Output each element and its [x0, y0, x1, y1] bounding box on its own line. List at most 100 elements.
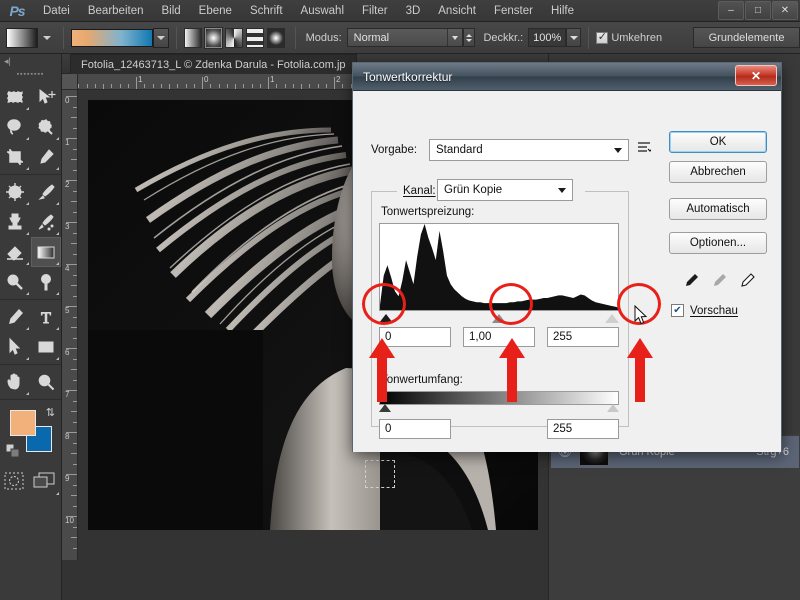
dodge-tool[interactable]	[0, 267, 31, 297]
tool-group-selection	[0, 80, 61, 175]
gradient-editor-picker[interactable]	[71, 27, 169, 48]
output-highlight-slider[interactable]	[607, 404, 619, 412]
brush-tool[interactable]	[31, 177, 62, 207]
ruler-tick	[66, 264, 77, 265]
auto-button[interactable]: Automatisch	[669, 198, 767, 220]
menu-3d[interactable]: 3D	[397, 0, 430, 22]
photoshop-logo: Ps	[9, 2, 25, 19]
crop-tool[interactable]	[0, 142, 31, 172]
screen-mode-icon[interactable]	[33, 472, 59, 495]
default-colors-icon[interactable]	[5, 443, 20, 461]
diamond-gradient-icon[interactable]	[266, 27, 285, 48]
output-shadow-value: 0	[385, 423, 392, 435]
path-selection-tool[interactable]	[0, 332, 31, 362]
preset-select[interactable]: Standard	[429, 139, 629, 161]
menu-auswahl[interactable]: Auswahl	[292, 0, 353, 22]
tool-flyout-corner	[25, 262, 29, 265]
menu-schrift[interactable]: Schrift	[241, 0, 292, 22]
lasso-tool[interactable]	[0, 112, 31, 142]
rectangle-tool[interactable]	[31, 332, 62, 362]
output-highlight-field[interactable]: 255	[547, 419, 619, 439]
panel-collapse-handle[interactable]: ◂|	[0, 54, 61, 68]
options-label: Optionen...	[689, 237, 747, 249]
drag-handle-icon[interactable]: ▪▪▪▪▪▪▪▪	[0, 68, 61, 80]
spot-healing-tool[interactable]	[0, 177, 31, 207]
ruler-corner[interactable]	[62, 74, 78, 90]
blur-tool[interactable]	[31, 267, 62, 297]
ruler-tick	[73, 463, 77, 465]
output-shadow-slider[interactable]	[379, 404, 391, 412]
gradient-tool[interactable]	[30, 237, 61, 267]
tool-options-bar: Modus: Normal Deckkr.: 100% ✓ Umkehren G…	[0, 22, 800, 54]
maximize-button[interactable]: □	[745, 1, 771, 20]
type-tool[interactable]: T	[31, 302, 62, 332]
menu-fenster[interactable]: Fenster	[485, 0, 542, 22]
opacity-input[interactable]: 100%	[528, 28, 567, 47]
set-white-point-eyedropper[interactable]	[737, 271, 757, 294]
linear-gradient-icon[interactable]	[184, 27, 202, 48]
history-brush-tool[interactable]	[31, 207, 62, 237]
hand-tool[interactable]	[0, 367, 31, 397]
menu-hilfe[interactable]: Hilfe	[542, 0, 583, 22]
quick-selection-tool[interactable]	[31, 112, 62, 142]
gradient-tool-preset-swatch[interactable]	[6, 27, 38, 48]
invert-checkbox[interactable]: ✓ Umkehren	[596, 31, 667, 44]
divider	[176, 26, 177, 49]
menu-ebene[interactable]: Ebene	[190, 0, 241, 22]
tool-flyout-corner	[25, 327, 29, 330]
preset-options-icon[interactable]	[637, 141, 653, 158]
menu-bild[interactable]: Bild	[152, 0, 189, 22]
checkbox-checked-icon: ✓	[596, 31, 609, 44]
blend-mode-select[interactable]: Normal	[346, 28, 463, 47]
ruler-tick	[202, 77, 203, 89]
set-gray-point-eyedropper[interactable]	[709, 271, 729, 294]
zoom-tool[interactable]	[31, 367, 62, 397]
cancel-button[interactable]: Abbrechen	[669, 161, 767, 183]
ruler-tick	[73, 442, 77, 444]
menu-datei[interactable]: Datei	[34, 0, 79, 22]
ruler-tick	[342, 84, 344, 88]
chevron-down-icon	[447, 29, 462, 46]
chevron-down-icon[interactable]	[43, 35, 51, 40]
ruler-tick	[71, 369, 77, 370]
gradient-picker-button[interactable]	[153, 27, 169, 48]
workspace-switcher-button[interactable]: Grundelemente	[693, 27, 800, 48]
menu-ansicht[interactable]: Ansicht	[429, 0, 485, 22]
ruler-tick	[193, 84, 195, 88]
angle-gradient-icon[interactable]	[225, 27, 244, 48]
output-shadow-field[interactable]: 0	[379, 419, 451, 439]
minimize-button[interactable]: –	[718, 1, 744, 20]
preview-checkbox[interactable]: ✔ Vorschau	[671, 304, 738, 317]
ruler-tick	[71, 453, 77, 454]
ruler-tick	[73, 379, 77, 381]
window-controls: – □ ✕	[718, 1, 800, 21]
input-highlight-field[interactable]: 255	[547, 327, 619, 347]
set-black-point-eyedropper[interactable]	[681, 271, 701, 294]
close-window-button[interactable]: ✕	[772, 1, 798, 20]
channel-select[interactable]: Grün Kopie	[437, 179, 573, 201]
mode-stepper[interactable]	[463, 28, 476, 47]
move-tool[interactable]	[31, 82, 62, 112]
eyedropper-tool[interactable]	[31, 142, 62, 172]
foreground-color-swatch[interactable]	[10, 410, 36, 436]
reflected-gradient-icon[interactable]	[246, 27, 264, 48]
swap-colors-icon[interactable]: ⇅	[46, 406, 55, 419]
ok-button[interactable]: OK	[669, 131, 767, 153]
output-levels-slider-track[interactable]	[379, 404, 619, 416]
rectangular-marquee-tool[interactable]	[0, 82, 31, 112]
opacity-dropdown-button[interactable]	[566, 28, 582, 47]
input-highlight-value: 255	[553, 331, 573, 343]
document-tab[interactable]: Fotolia_12463713_L © Zdenka Darula - Fot…	[70, 54, 357, 74]
quick-mask-icon[interactable]	[4, 472, 24, 493]
radial-gradient-icon[interactable]	[203, 26, 224, 49]
highlight-slider[interactable]	[605, 314, 619, 323]
options-button[interactable]: Optionen...	[669, 232, 767, 254]
clone-stamp-tool[interactable]	[0, 207, 31, 237]
ruler-tick	[292, 84, 294, 88]
dialog-title-bar[interactable]: Tonwertkorrektur ✕	[353, 63, 781, 91]
pen-tool[interactable]	[0, 302, 31, 332]
menu-bearbeiten[interactable]: Bearbeiten	[79, 0, 153, 22]
eraser-tool[interactable]	[0, 237, 31, 267]
dialog-close-button[interactable]: ✕	[735, 65, 777, 86]
menu-filter[interactable]: Filter	[353, 0, 397, 22]
